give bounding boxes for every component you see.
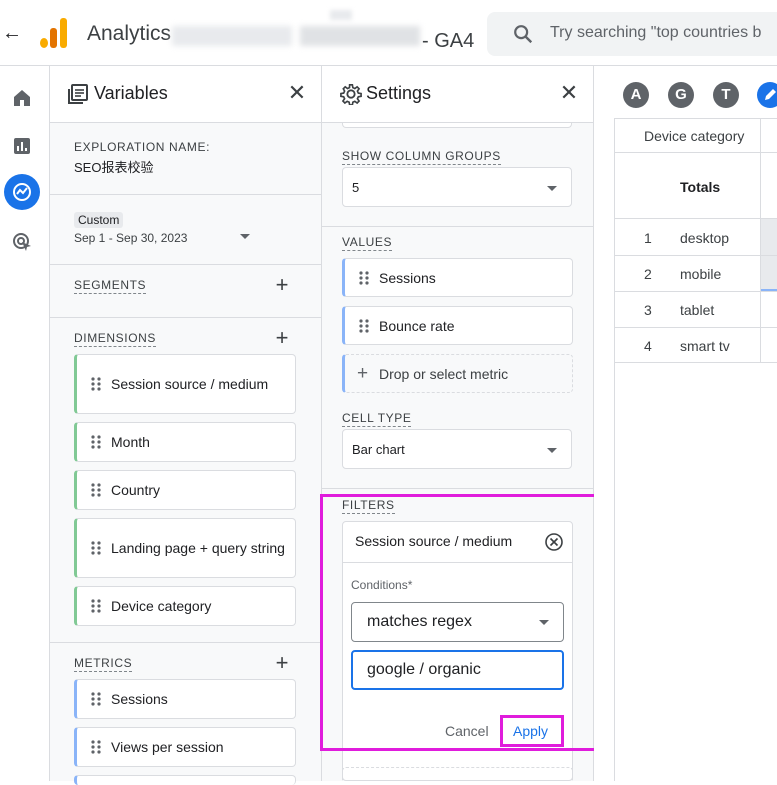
advertising-icon[interactable] xyxy=(10,230,34,254)
metric-label: Sessions xyxy=(111,691,168,707)
drag-handle-icon[interactable] xyxy=(359,270,369,285)
cell-type-value: Bar chart xyxy=(352,442,405,457)
column-groups-select[interactable]: 5 xyxy=(342,167,572,207)
app-name: Analytics xyxy=(87,22,172,45)
segments-label: SEGMENTS xyxy=(74,278,147,294)
drag-handle-icon[interactable] xyxy=(359,318,369,333)
row-index: 2 xyxy=(644,266,652,282)
edit-icon[interactable] xyxy=(757,82,777,108)
date-range[interactable]: Sep 1 - Sep 30, 2023 xyxy=(74,231,187,245)
value-label: Bounce rate xyxy=(379,317,455,334)
drag-handle-icon[interactable] xyxy=(91,483,101,497)
row-index: 3 xyxy=(644,302,652,318)
value-chip[interactable]: Sessions xyxy=(342,258,573,297)
report-area: A G T Device category Totals 1 desktop 2… xyxy=(594,66,777,781)
tab-a[interactable]: A xyxy=(623,82,649,108)
reports-icon[interactable] xyxy=(10,134,34,158)
gear-icon xyxy=(340,84,362,105)
redacted-account xyxy=(330,10,352,20)
top-bar: ← Analytics - GA4 Try searching "top cou… xyxy=(0,0,777,66)
home-icon[interactable] xyxy=(10,86,34,110)
dimension-label: Device category xyxy=(111,598,212,614)
dimension-chip[interactable]: Device category xyxy=(74,586,296,626)
row-index: 4 xyxy=(644,338,652,354)
metric-chip[interactable]: Sessions xyxy=(74,679,296,719)
chevron-down-icon xyxy=(547,448,557,453)
drag-handle-icon[interactable] xyxy=(91,435,101,449)
chevron-down-icon xyxy=(547,186,557,191)
dimension-chip[interactable]: Country xyxy=(74,470,296,510)
dimension-chip[interactable]: Session source / medium xyxy=(74,354,296,414)
tab-g[interactable]: G xyxy=(668,82,694,108)
exploration-name[interactable]: SEO报表校验 xyxy=(74,157,153,176)
close-icon[interactable]: ✕ xyxy=(558,82,580,104)
settings-header: Settings ✕ xyxy=(322,66,593,123)
variables-icon xyxy=(68,84,88,104)
metric-label: Views per session xyxy=(111,739,224,755)
metric-chip-partial[interactable] xyxy=(74,775,296,785)
redacted-property-name-2 xyxy=(300,26,420,46)
apply-highlight-box xyxy=(500,715,564,747)
values-label: VALUES xyxy=(342,235,393,251)
add-dimension-icon[interactable]: + xyxy=(272,327,292,349)
variables-header: Variables ✕ xyxy=(50,66,321,123)
exploration-name-label: EXPLORATION NAME: xyxy=(74,140,211,154)
analytics-logo xyxy=(40,18,70,48)
column-groups-value: 5 xyxy=(352,180,360,195)
row-label[interactable]: mobile xyxy=(680,266,721,282)
row-label[interactable]: desktop xyxy=(680,230,729,246)
dimension-label: Month xyxy=(111,434,150,450)
value-label: Sessions xyxy=(379,269,436,286)
search-placeholder[interactable]: Try searching "top countries b xyxy=(550,24,761,42)
column-header[interactable]: Device category xyxy=(644,128,744,144)
show-column-groups-label: SHOW COLUMN GROUPS xyxy=(342,149,501,165)
metric-chip[interactable]: Views per session xyxy=(74,727,296,767)
dimension-chip[interactable]: Landing page + query string xyxy=(74,518,296,578)
bar-cell xyxy=(761,219,777,255)
drag-handle-icon[interactable] xyxy=(91,541,101,555)
filter-highlight-box xyxy=(320,494,599,751)
dimension-label: Landing page + query string xyxy=(111,540,285,556)
row-label[interactable]: tablet xyxy=(680,302,714,318)
totals-label: Totals xyxy=(680,179,721,195)
drag-handle-icon[interactable] xyxy=(91,599,101,613)
dimension-label: Session source / medium xyxy=(111,376,269,392)
drop-filter-zone-partial[interactable] xyxy=(342,767,573,781)
drop-metric-label: Drop or select metric xyxy=(379,366,509,382)
variables-title: Variables xyxy=(94,83,168,103)
settings-title: Settings xyxy=(366,83,432,103)
partial-field xyxy=(342,123,572,128)
dimensions-label: DIMENSIONS xyxy=(74,331,157,347)
cell-type-label: CELL TYPE xyxy=(342,411,412,427)
dimension-label: Country xyxy=(111,482,161,498)
drag-handle-icon[interactable] xyxy=(91,740,101,754)
row-label[interactable]: smart tv xyxy=(680,338,730,354)
dimension-chip[interactable]: Month xyxy=(74,422,296,462)
cell-type-select[interactable]: Bar chart xyxy=(342,429,572,469)
row-index: 1 xyxy=(644,230,652,246)
left-nav-rail xyxy=(0,66,50,781)
chevron-down-icon[interactable] xyxy=(240,234,250,239)
add-metric-icon[interactable]: + xyxy=(272,652,292,674)
date-range-badge: Custom xyxy=(74,212,124,228)
close-icon[interactable]: ✕ xyxy=(286,82,308,104)
metrics-label: METRICS xyxy=(74,656,133,672)
add-icon: + xyxy=(357,363,369,384)
back-arrow-icon[interactable]: ← xyxy=(2,22,22,44)
property-suffix: - GA4 xyxy=(422,30,475,52)
add-segment-icon[interactable]: + xyxy=(272,274,292,296)
value-chip[interactable]: Bounce rate xyxy=(342,306,573,345)
tab-t[interactable]: T xyxy=(713,82,739,108)
redacted-property-name xyxy=(172,26,292,46)
drop-metric-zone[interactable]: + Drop or select metric xyxy=(342,354,573,393)
variables-panel: Variables ✕ EXPLORATION NAME: SEO报表校验 Cu… xyxy=(50,66,322,785)
search-icon xyxy=(514,25,533,44)
bar-cell xyxy=(761,255,777,291)
drag-handle-icon[interactable] xyxy=(91,692,101,706)
drag-handle-icon[interactable] xyxy=(91,377,101,391)
explore-icon[interactable] xyxy=(4,174,40,210)
